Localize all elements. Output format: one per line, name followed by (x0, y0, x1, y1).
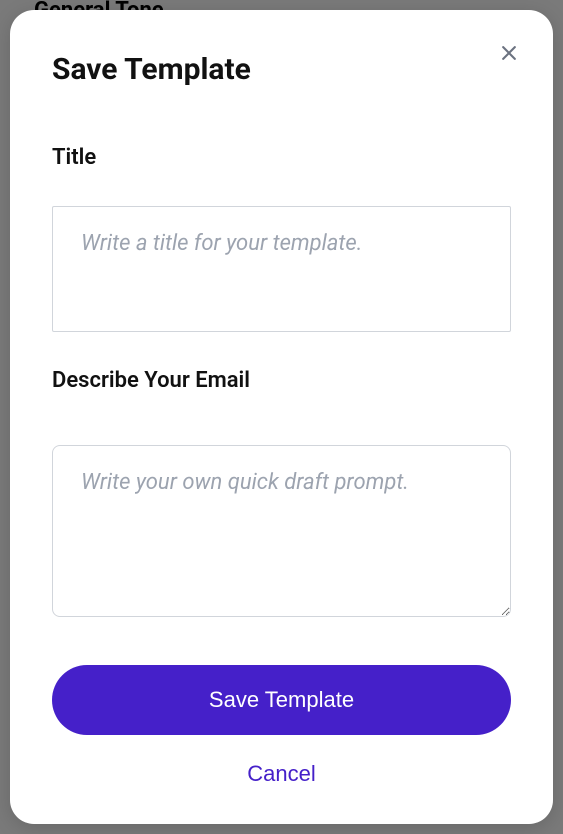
save-template-button[interactable]: Save Template (52, 665, 511, 735)
title-input[interactable] (52, 206, 511, 332)
description-textarea[interactable] (52, 445, 511, 617)
title-field-label: Title (52, 145, 511, 170)
close-icon (499, 43, 519, 66)
cancel-button[interactable]: Cancel (52, 761, 511, 787)
description-field-label: Describe Your Email (52, 368, 511, 393)
modal-title: Save Template (52, 52, 511, 87)
save-template-modal: Save Template Title Describe Your Email … (10, 10, 553, 824)
close-button[interactable] (497, 42, 521, 66)
